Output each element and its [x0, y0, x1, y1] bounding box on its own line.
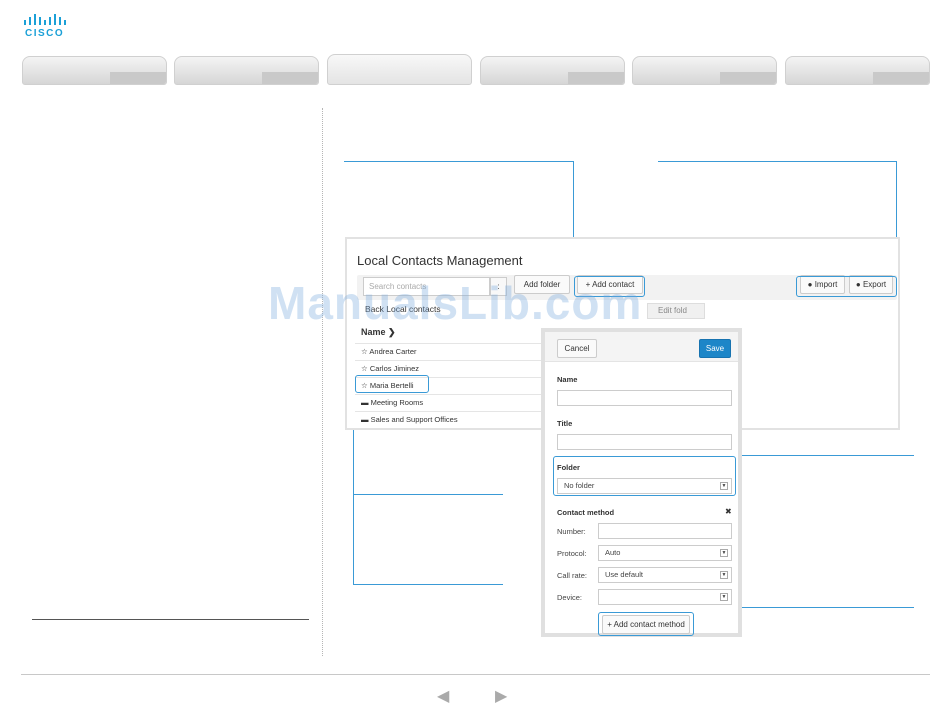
cisco-logo: CISCO [24, 14, 70, 40]
save-button[interactable]: Save [699, 339, 731, 358]
contact-name: Carlos Jiminez [369, 364, 420, 373]
remove-method-icon[interactable]: ✖ [725, 507, 732, 516]
import-export-highlight [796, 276, 897, 297]
callout-line [734, 455, 914, 456]
add-contact-dialog: Cancel Save Name Title Folder No folder … [541, 328, 742, 637]
number-label: Number: [557, 527, 586, 536]
contact-method-label: Contact method [557, 508, 615, 517]
prev-page-icon[interactable]: ◀ [437, 686, 449, 706]
nav-tab-6[interactable] [785, 56, 930, 85]
protocol-select[interactable]: Auto ▼ [598, 545, 732, 561]
protocol-value: Auto [605, 548, 621, 557]
dropdown-arrow-icon: ▼ [720, 571, 728, 579]
title-input[interactable] [557, 434, 732, 450]
dialog-header: Cancel Save [545, 332, 738, 362]
nav-tab-2[interactable] [174, 56, 319, 85]
number-input[interactable] [598, 523, 732, 539]
callout-line [344, 161, 574, 162]
title-label: Title [557, 419, 573, 428]
folder-row[interactable]: ▬ Meeting Rooms [355, 394, 545, 411]
cisco-bars-icon [24, 14, 66, 25]
contact-highlight [355, 375, 429, 393]
call-rate-value: Use default [605, 570, 643, 579]
folder-row[interactable]: ▬ Sales and Support Offices [355, 411, 545, 428]
contact-row[interactable]: ☆ Andrea Carter [355, 343, 545, 360]
dropdown-arrow-icon: ▼ [720, 549, 728, 557]
column-divider [322, 108, 323, 656]
folder-name: Sales and Support Offices [370, 415, 458, 424]
footer-rule [21, 674, 930, 675]
nav-tab-5[interactable] [632, 56, 777, 85]
protocol-label: Protocol: [557, 549, 587, 558]
panel-title: Local Contacts Management [357, 253, 523, 268]
nav-tab-3-active[interactable] [327, 54, 472, 85]
call-rate-select[interactable]: Use default ▼ [598, 567, 732, 583]
folder-name: Meeting Rooms [370, 398, 424, 407]
next-page-icon[interactable]: ▶ [495, 686, 507, 706]
nav-tab-4[interactable] [480, 56, 625, 85]
callout-line [353, 584, 503, 585]
call-rate-label: Call rate: [557, 571, 588, 580]
device-select[interactable]: ▼ [598, 589, 732, 605]
logo-text: CISCO [25, 28, 65, 39]
dropdown-arrow-icon: ▼ [720, 593, 728, 601]
add-method-highlight [598, 612, 694, 636]
folder-icon: ▬ [361, 398, 369, 407]
nav-tab-1[interactable] [22, 56, 167, 85]
edit-folder-button[interactable]: Edit fold [647, 303, 705, 319]
watermark: ManualsLib.com [268, 277, 643, 329]
star-icon: ☆ [361, 364, 368, 373]
left-column-rule [32, 619, 309, 620]
callout-line [353, 494, 503, 495]
cancel-button[interactable]: Cancel [557, 339, 597, 358]
folder-highlight [553, 456, 736, 496]
callout-line [658, 161, 896, 162]
name-input[interactable] [557, 390, 732, 406]
device-label: Device: [557, 593, 583, 602]
folder-icon: ▬ [361, 415, 369, 424]
contact-name: Andrea Carter [369, 347, 417, 356]
star-icon: ☆ [361, 347, 368, 356]
name-label: Name [557, 375, 578, 384]
